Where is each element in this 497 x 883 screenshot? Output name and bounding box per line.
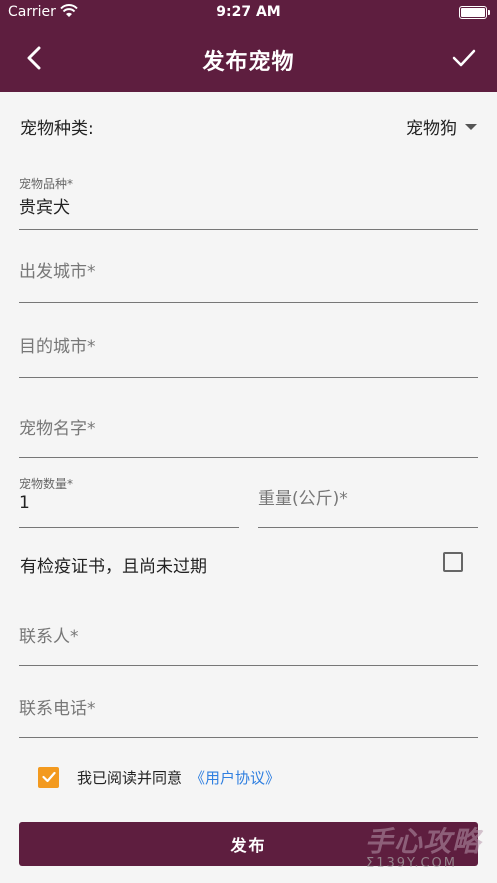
quantity-field[interactable]: 宠物数量* 1 <box>19 470 239 528</box>
pet-name-placeholder: 宠物名字* <box>19 419 96 439</box>
pet-name-field[interactable]: 宠物名字* <box>19 400 478 458</box>
weight-field[interactable]: 重量(公斤)* <box>258 470 478 528</box>
page-title: 发布宠物 <box>202 50 295 75</box>
quantity-value: 1 <box>19 493 30 513</box>
checkmark-icon <box>452 49 476 67</box>
pet-type-row: 宠物种类: 宠物狗 <box>20 112 477 140</box>
watermark-site: Σ139Y.COM <box>366 856 457 871</box>
quarantine-label: 有检疫证书，且尚未过期 <box>20 557 207 577</box>
checkmark-icon <box>41 771 56 783</box>
battery-icon <box>459 6 490 19</box>
agreement-text: 我已阅读并同意 <box>77 768 183 787</box>
pet-type-value: 宠物狗 <box>406 119 457 139</box>
clock: 9:27 AM <box>216 4 281 20</box>
departure-city-field[interactable]: 出发城市* <box>19 245 478 303</box>
destination-city-placeholder: 目的城市* <box>19 337 96 357</box>
breed-value: 贵宾犬 <box>19 198 70 218</box>
breed-label: 宠物品种* <box>19 177 74 191</box>
departure-city-placeholder: 出发城市* <box>19 262 96 282</box>
confirm-button[interactable] <box>449 44 479 72</box>
dropdown-arrow-icon <box>465 123 477 130</box>
agreement-checkbox[interactable] <box>38 766 59 788</box>
weight-placeholder: 重量(公斤)* <box>258 489 348 509</box>
quarantine-checkbox[interactable] <box>443 552 463 572</box>
user-agreement-link[interactable]: 《用户协议》 <box>190 767 280 788</box>
status-bar: Carrier 9:27 AM <box>0 0 497 26</box>
phone-placeholder: 联系电话* <box>19 699 96 719</box>
pet-type-dropdown[interactable]: 宠物狗 <box>406 114 477 139</box>
contact-field[interactable]: 联系人* <box>19 608 478 666</box>
watermark-logo: 手心攻略 <box>364 825 481 858</box>
agreement-row: 我已阅读并同意 《用户协议》 <box>38 765 280 789</box>
phone-field[interactable]: 联系电话* <box>19 680 478 738</box>
destination-city-field[interactable]: 目的城市* <box>19 320 478 378</box>
quantity-label: 宠物数量* <box>19 477 74 491</box>
app-bar: Carrier 9:27 AM 发布宠物 <box>0 0 497 92</box>
contact-placeholder: 联系人* <box>19 627 79 647</box>
breed-field[interactable]: 宠物品种* 贵宾犬 <box>19 170 478 230</box>
quarantine-row: 有检疫证书，且尚未过期 <box>20 550 477 580</box>
pet-type-label: 宠物种类: <box>20 119 94 139</box>
